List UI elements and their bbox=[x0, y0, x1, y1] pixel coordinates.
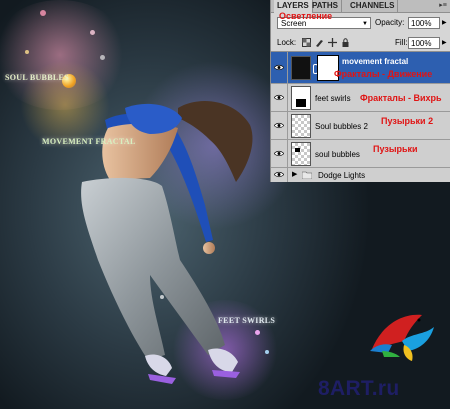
layer-name: Soul bubbles 2 bbox=[315, 122, 368, 131]
eye-icon[interactable] bbox=[274, 94, 284, 101]
eye-icon[interactable] bbox=[274, 122, 284, 129]
movement-fractal-label: MOVEMENT FRACTAL bbox=[42, 137, 136, 146]
layer-thumbnail bbox=[291, 114, 311, 138]
layer-row-feet-swirls[interactable]: feet swirls Фракталы - Вихрь bbox=[271, 84, 450, 112]
lock-all-icon[interactable] bbox=[341, 38, 350, 47]
blend-mode-annotation: Осветление bbox=[279, 11, 333, 21]
visibility-cell bbox=[271, 112, 288, 139]
layers-panel: LAYERS PATHS CHANNELS ▸≡ Screen ▼ Осветл… bbox=[270, 0, 450, 182]
lock-label: Lock: bbox=[277, 38, 297, 47]
layer-row-dodge-lights[interactable]: ▶ Dodge Lights bbox=[271, 168, 450, 182]
layer-name: feet swirls bbox=[315, 94, 351, 103]
lock-position-icon[interactable] bbox=[328, 38, 337, 47]
folder-icon bbox=[302, 171, 312, 179]
fill-label: Fill: bbox=[395, 38, 408, 47]
layer-thumbnail bbox=[291, 56, 311, 80]
layer-annotation: Фракталы - Вихрь bbox=[360, 93, 442, 103]
layer-annotation: Пузырьки bbox=[373, 144, 418, 154]
visibility-cell bbox=[271, 168, 288, 182]
layer-list: movement fractal Фракталы - Движение fee… bbox=[271, 51, 450, 182]
opacity-label: Opacity: bbox=[375, 18, 405, 27]
opacity-slider-arrow-icon[interactable]: ▶ bbox=[442, 19, 447, 26]
layer-name: movement fractal bbox=[342, 57, 409, 66]
layer-row-movement-fractal[interactable]: movement fractal Фракталы - Движение bbox=[271, 52, 450, 84]
panel-menu-icon[interactable]: ▸≡ bbox=[438, 2, 448, 10]
tab-channels[interactable]: CHANNELS bbox=[347, 0, 399, 12]
layer-thumbnail bbox=[291, 142, 311, 166]
eye-icon[interactable] bbox=[274, 150, 284, 157]
visibility-cell bbox=[271, 140, 288, 167]
layer-row-soul-bubbles-2[interactable]: Soul bubbles 2 Пузырьки 2 bbox=[271, 112, 450, 140]
watermark-text: 8ART.ru bbox=[318, 377, 400, 400]
expand-triangle-icon[interactable]: ▶ bbox=[292, 170, 297, 178]
soul-bubbles-label: SOUL BUBBLES bbox=[5, 73, 69, 82]
layer-thumbnail bbox=[291, 86, 311, 110]
layer-annotation: Пузырьки 2 bbox=[381, 116, 434, 126]
lock-transparent-pixels-icon[interactable] bbox=[302, 38, 311, 47]
fill-slider-arrow-icon[interactable]: ▶ bbox=[442, 39, 447, 46]
visibility-cell bbox=[271, 52, 288, 83]
layer-name: soul bubbles bbox=[315, 150, 360, 159]
thumbnail-content bbox=[295, 148, 300, 152]
visibility-cell bbox=[271, 84, 288, 111]
chevron-down-icon: ▼ bbox=[362, 21, 368, 27]
opacity-input[interactable]: 100% bbox=[408, 17, 440, 29]
feet-swirls-label: FEET SWIRLS bbox=[218, 316, 276, 325]
thumbnail-content bbox=[296, 99, 306, 107]
eye-icon[interactable] bbox=[274, 64, 284, 71]
eye-icon[interactable] bbox=[274, 171, 284, 178]
layer-row-soul-bubbles[interactable]: soul bubbles Пузырьки bbox=[271, 140, 450, 168]
layer-name: Dodge Lights bbox=[318, 171, 366, 180]
fill-input[interactable]: 100% bbox=[408, 37, 440, 49]
layer-annotation: Фракталы - Движение bbox=[334, 69, 433, 79]
lock-image-pixels-icon[interactable] bbox=[315, 38, 324, 47]
parrot-logo bbox=[370, 314, 434, 361]
